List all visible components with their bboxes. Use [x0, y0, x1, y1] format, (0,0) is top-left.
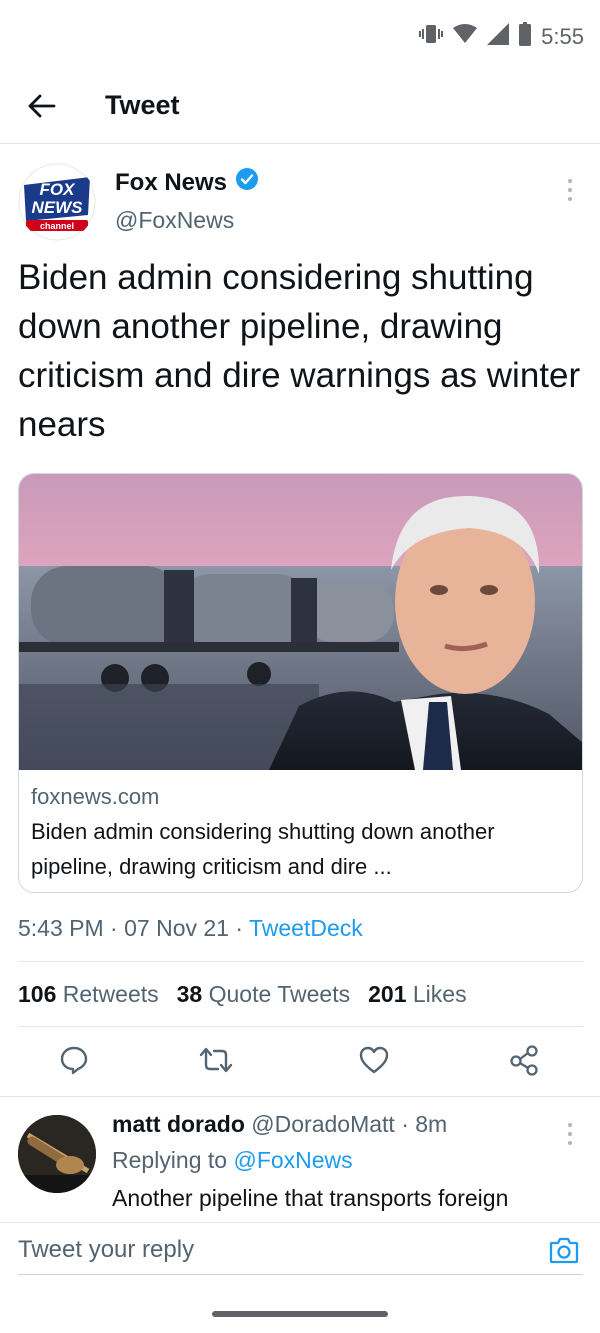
- avatar[interactable]: FOX NEWS channel: [18, 163, 96, 241]
- svg-text:FOX: FOX: [40, 180, 77, 199]
- page-title: Tweet: [105, 90, 180, 120]
- retweets-count: 106: [18, 981, 57, 1007]
- likes-count: 201: [368, 981, 407, 1007]
- svg-text:NEWS: NEWS: [32, 198, 84, 217]
- verified-badge-icon: [235, 167, 259, 198]
- tweet-date: 07 Nov 21: [124, 915, 229, 941]
- likes-label: Likes: [412, 981, 467, 1007]
- back-button[interactable]: [22, 88, 62, 128]
- home-indicator[interactable]: [212, 1311, 388, 1317]
- tweet-meta: 5:43 PM · 07 Nov 21 · TweetDeck: [18, 915, 363, 942]
- status-icons: 5:55: [419, 22, 584, 51]
- reply-composer: [0, 1064, 600, 1275]
- divider: [18, 1274, 583, 1275]
- meta-separator: ·: [235, 915, 249, 941]
- status-time: 5:55: [541, 23, 584, 49]
- app-header: Tweet: [0, 72, 600, 144]
- vibrate-icon: [419, 23, 444, 50]
- divider: [0, 1222, 600, 1223]
- divider: [18, 961, 583, 962]
- back-arrow-icon: [28, 94, 56, 123]
- status-bar: 5:55: [0, 0, 600, 72]
- reply-input[interactable]: [18, 1228, 538, 1272]
- camera-icon[interactable]: [546, 1232, 582, 1268]
- card-title: Biden admin considering shutting down an…: [31, 819, 495, 879]
- signal-icon: [487, 23, 510, 50]
- link-card[interactable]: foxnews.com Biden admin considering shut…: [18, 473, 583, 893]
- divider: [18, 1026, 583, 1027]
- card-domain: foxnews.com: [31, 784, 160, 809]
- meta-separator: ·: [110, 915, 125, 941]
- more-vertical-icon[interactable]: [558, 175, 582, 205]
- quote-tweets-count: 38: [176, 981, 203, 1007]
- author-name-text: Fox News: [115, 168, 228, 196]
- card-image: [19, 474, 582, 770]
- svg-text:channel: channel: [40, 221, 74, 231]
- tweet-source-link[interactable]: TweetDeck: [249, 915, 363, 941]
- tweet-text: Biden admin considering shutting down an…: [18, 258, 581, 444]
- author-name[interactable]: Fox News: [115, 167, 259, 198]
- author-handle[interactable]: @FoxNews: [115, 207, 234, 234]
- wifi-icon: [453, 24, 478, 49]
- quote-tweets-label: Quote Tweets: [208, 981, 351, 1007]
- likes-stat[interactable]: 201 Likes: [368, 981, 466, 1008]
- tweet-time: 5:43 PM: [18, 915, 104, 941]
- quote-tweets-stat[interactable]: 38 Quote Tweets: [177, 981, 350, 1008]
- battery-icon: [519, 22, 532, 51]
- retweets-label: Retweets: [62, 981, 159, 1007]
- retweets-stat[interactable]: 106 Retweets: [18, 981, 159, 1008]
- tweet-stats: 106 Retweets 38 Quote Tweets 201 Likes: [18, 981, 467, 1008]
